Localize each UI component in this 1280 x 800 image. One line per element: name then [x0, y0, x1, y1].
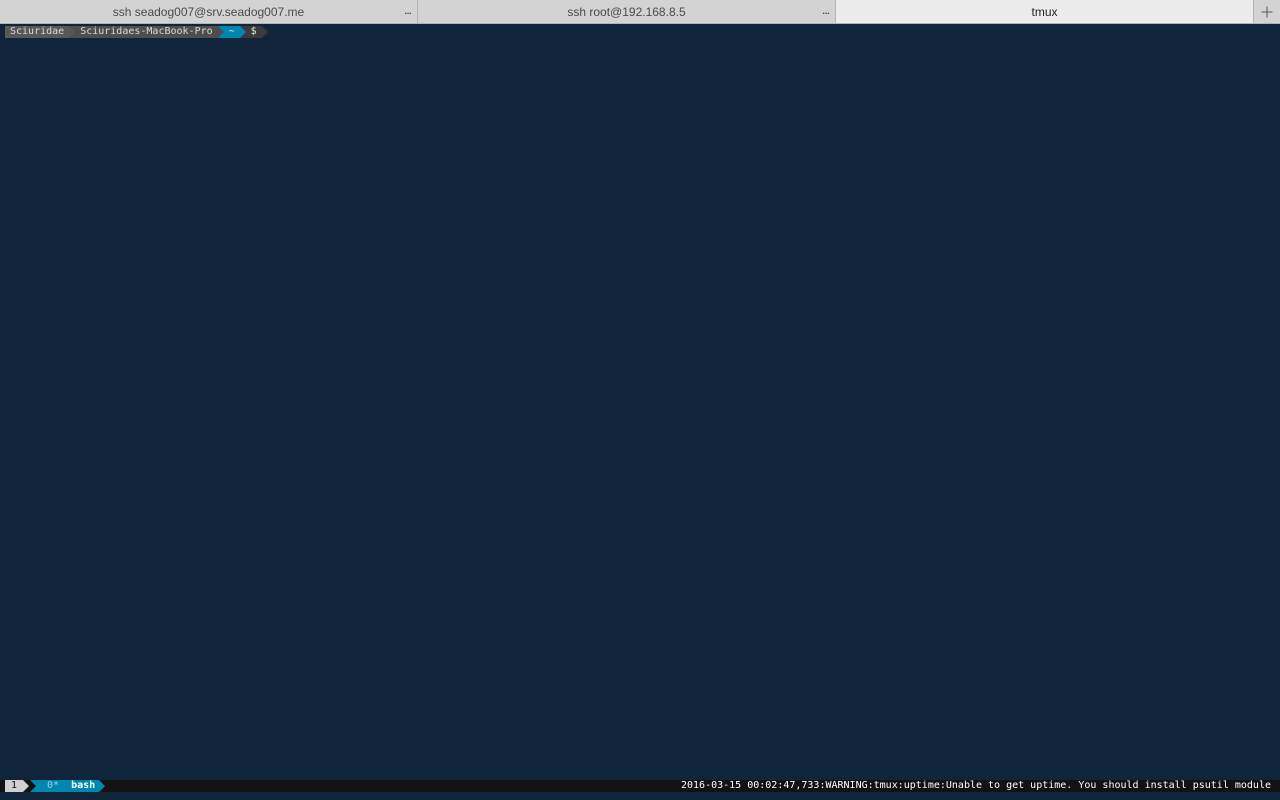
- plus-icon: [1261, 6, 1273, 17]
- tab-title: ssh seadog007@srv.seadog007.me: [112, 4, 305, 19]
- tab-tmux[interactable]: tmux: [836, 0, 1254, 23]
- tab-menu-icon[interactable]: ...: [822, 3, 830, 17]
- tmux-window-name[interactable]: bash: [63, 780, 100, 792]
- shell-prompt: Sciuridae Sciuridaes-MacBook-Pro ~ $: [5, 26, 269, 38]
- prompt-host: Sciuridaes-MacBook-Pro: [75, 26, 218, 38]
- tmux-status-left: 1 0* bash: [5, 780, 107, 792]
- tab-ssh-root[interactable]: ssh root@192.168.8.5 ...: [418, 0, 836, 23]
- tmux-status-right: 2016-03-15 00:02:47,733:WARNING:tmux:upt…: [680, 780, 1271, 791]
- tab-title: ssh root@192.168.8.5: [567, 4, 686, 19]
- tmux-status-area: 1 0* bash 2016-03-15 00:02:47,733:WARNIN…: [0, 778, 1280, 800]
- prompt-user: Sciuridae: [5, 26, 70, 38]
- tmux-status-bar: 1 0* bash 2016-03-15 00:02:47,733:WARNIN…: [0, 780, 1280, 792]
- tab-menu-icon[interactable]: ...: [404, 3, 412, 17]
- new-tab-button[interactable]: [1254, 0, 1280, 23]
- tmux-session-name: 1: [5, 780, 24, 792]
- tab-bar: ssh seadog007@srv.seadog007.me ... ssh r…: [0, 0, 1280, 24]
- tmux-window-index[interactable]: 0*: [37, 780, 64, 792]
- powerline-separator-icon: [30, 780, 38, 792]
- tab-title: tmux: [1031, 4, 1058, 19]
- prompt-directory: ~: [223, 26, 240, 38]
- powerline-separator-icon: [261, 26, 268, 38]
- tab-ssh-seadog[interactable]: ssh seadog007@srv.seadog007.me ...: [0, 0, 418, 23]
- powerline-separator-icon: [99, 780, 107, 792]
- powerline-separator-icon: [23, 780, 31, 792]
- terminal-pane[interactable]: Sciuridae Sciuridaes-MacBook-Pro ~ $: [0, 24, 1280, 778]
- prompt-symbol: $: [245, 26, 262, 38]
